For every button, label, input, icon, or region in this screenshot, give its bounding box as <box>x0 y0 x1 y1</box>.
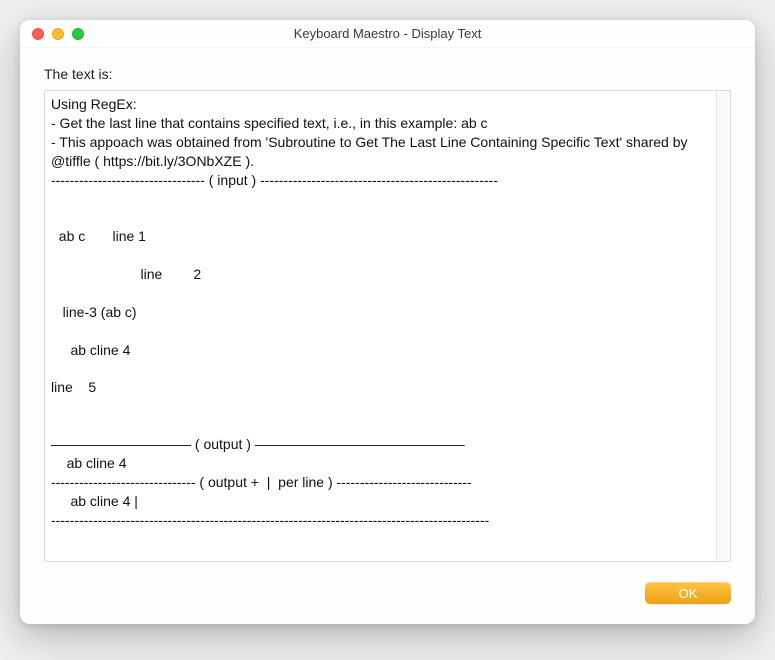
titlebar: Keyboard Maestro - Display Text <box>20 20 755 48</box>
maximize-icon[interactable] <box>72 28 84 40</box>
dialog-window: Keyboard Maestro - Display Text The text… <box>20 20 755 624</box>
text-display-container: Using RegEx: - Get the last line that co… <box>44 90 731 562</box>
text-display[interactable]: Using RegEx: - Get the last line that co… <box>45 91 716 561</box>
button-row: OK <box>44 582 731 604</box>
content-area: The text is: Using RegEx: - Get the last… <box>20 48 755 624</box>
traffic-lights <box>32 28 84 40</box>
minimize-icon[interactable] <box>52 28 64 40</box>
ok-button[interactable]: OK <box>645 582 731 604</box>
text-label: The text is: <box>44 66 731 82</box>
window-title: Keyboard Maestro - Display Text <box>20 26 755 41</box>
close-icon[interactable] <box>32 28 44 40</box>
scrollbar-track[interactable] <box>716 91 730 561</box>
